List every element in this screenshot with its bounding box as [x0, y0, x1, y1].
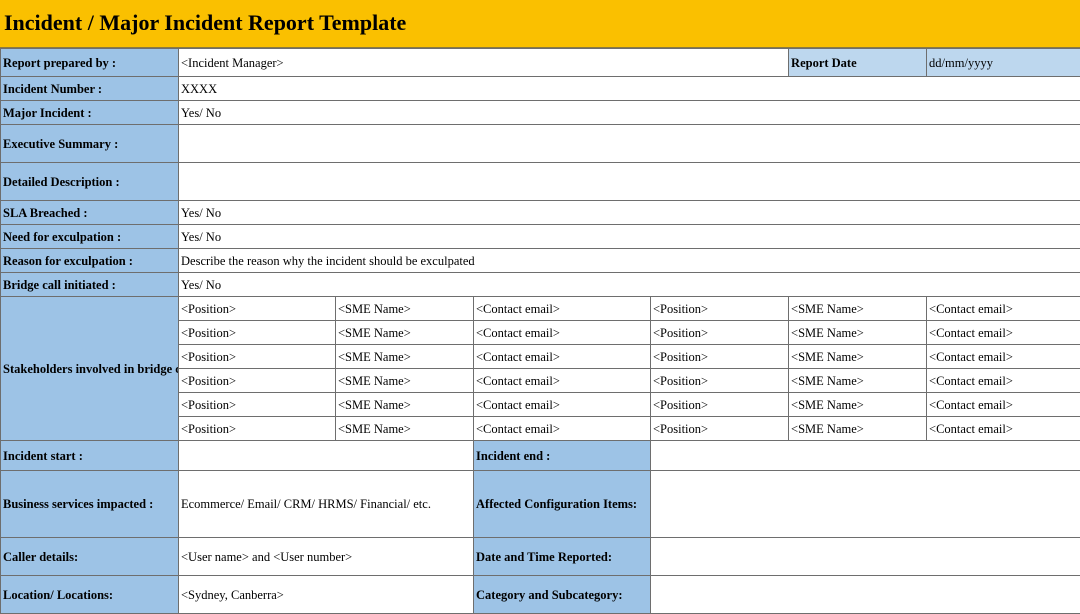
need-exculpation-label: Need for exculpation : [1, 225, 179, 249]
stakeholder-position-cell[interactable]: <Position> [651, 321, 789, 345]
stakeholders-label: Stakeholders involved in bridge call : [1, 297, 179, 441]
bridge-call-value[interactable]: Yes/ No [179, 273, 1080, 297]
incident-number-value[interactable]: XXXX [179, 77, 1080, 101]
stakeholder-contact-email-cell[interactable]: <Contact email> [927, 321, 1080, 345]
sla-breached-label: SLA Breached : [1, 201, 179, 225]
report-date-label: Report Date [789, 49, 927, 77]
stakeholder-sme-name-cell[interactable]: <SME Name> [336, 369, 474, 393]
category-subcategory-label: Category and Subcategory: [474, 576, 651, 614]
page-title: Incident / Major Incident Report Templat… [4, 10, 406, 36]
incident-end-label: Incident end : [474, 441, 651, 471]
stakeholder-sme-name-cell[interactable]: <SME Name> [336, 393, 474, 417]
detailed-description-value[interactable] [179, 163, 1080, 201]
prepared-by-value[interactable]: <Incident Manager> [179, 49, 789, 77]
stakeholder-position-cell[interactable]: <Position> [179, 345, 336, 369]
stakeholder-position-cell[interactable]: <Position> [179, 393, 336, 417]
stakeholder-sme-name-cell[interactable]: <SME Name> [789, 393, 927, 417]
stakeholder-contact-email-cell[interactable]: <Contact email> [927, 417, 1080, 441]
stakeholder-contact-email-cell[interactable]: <Contact email> [927, 297, 1080, 321]
business-services-value[interactable]: Ecommerce/ Email/ CRM/ HRMS/ Financial/ … [179, 471, 474, 538]
affected-config-items-value[interactable] [651, 471, 1080, 538]
stakeholder-contact-email-cell[interactable]: <Contact email> [474, 297, 651, 321]
stakeholder-position-cell[interactable]: <Position> [651, 417, 789, 441]
stakeholder-position-cell[interactable]: <Position> [179, 321, 336, 345]
title-bar: Incident / Major Incident Report Templat… [0, 0, 1080, 48]
date-time-reported-value[interactable] [651, 538, 1080, 576]
stakeholder-sme-name-cell[interactable]: <SME Name> [336, 297, 474, 321]
stakeholder-position-cell[interactable]: <Position> [651, 345, 789, 369]
stakeholder-sme-name-cell[interactable]: <SME Name> [336, 417, 474, 441]
incident-start-value[interactable] [179, 441, 474, 471]
stakeholder-contact-email-cell[interactable]: <Contact email> [474, 345, 651, 369]
caller-details-label: Caller details: [1, 538, 179, 576]
sla-breached-value[interactable]: Yes/ No [179, 201, 1080, 225]
stakeholder-sme-name-cell[interactable]: <SME Name> [789, 417, 927, 441]
caller-details-value[interactable]: <User name> and <User number> [179, 538, 474, 576]
location-value[interactable]: <Sydney, Canberra> [179, 576, 474, 614]
date-time-reported-label: Date and Time Reported: [474, 538, 651, 576]
bridge-call-label: Bridge call initiated : [1, 273, 179, 297]
stakeholder-contact-email-cell[interactable]: <Contact email> [474, 417, 651, 441]
stakeholder-contact-email-cell[interactable]: <Contact email> [474, 393, 651, 417]
stakeholder-position-cell[interactable]: <Position> [179, 297, 336, 321]
stakeholder-sme-name-cell[interactable]: <SME Name> [789, 369, 927, 393]
stakeholder-position-cell[interactable]: <Position> [651, 369, 789, 393]
stakeholder-sme-name-cell[interactable]: <SME Name> [789, 345, 927, 369]
location-label: Location/ Locations: [1, 576, 179, 614]
major-incident-value[interactable]: Yes/ No [179, 101, 1080, 125]
stakeholder-contact-email-cell[interactable]: <Contact email> [927, 393, 1080, 417]
report-date-value[interactable]: dd/mm/yyyy [927, 49, 1080, 77]
reason-exculpation-label: Reason for exculpation : [1, 249, 179, 273]
prepared-by-label: Report prepared by : [1, 49, 179, 77]
affected-config-items-label: Affected Configuration Items: [474, 471, 651, 538]
stakeholder-contact-email-cell[interactable]: <Contact email> [927, 369, 1080, 393]
major-incident-label: Major Incident : [1, 101, 179, 125]
business-services-label: Business services impacted : [1, 471, 179, 538]
stakeholder-sme-name-cell[interactable]: <SME Name> [789, 297, 927, 321]
stakeholder-contact-email-cell[interactable]: <Contact email> [474, 369, 651, 393]
report-table: Report prepared by : <Incident Manager> … [0, 48, 1080, 614]
incident-end-value[interactable] [651, 441, 1080, 471]
stakeholder-position-cell[interactable]: <Position> [179, 417, 336, 441]
stakeholder-contact-email-cell[interactable]: <Contact email> [927, 345, 1080, 369]
incident-start-label: Incident start : [1, 441, 179, 471]
reason-exculpation-value[interactable]: Describe the reason why the incident sho… [179, 249, 1080, 273]
executive-summary-label: Executive Summary : [1, 125, 179, 163]
stakeholder-position-cell[interactable]: <Position> [179, 369, 336, 393]
stakeholder-row: Stakeholders involved in bridge call :<P… [1, 297, 1080, 321]
incident-number-label: Incident Number : [1, 77, 179, 101]
stakeholder-position-cell[interactable]: <Position> [651, 393, 789, 417]
stakeholder-sme-name-cell[interactable]: <SME Name> [789, 321, 927, 345]
stakeholder-position-cell[interactable]: <Position> [651, 297, 789, 321]
stakeholder-contact-email-cell[interactable]: <Contact email> [474, 321, 651, 345]
stakeholder-sme-name-cell[interactable]: <SME Name> [336, 321, 474, 345]
executive-summary-value[interactable] [179, 125, 1080, 163]
detailed-description-label: Detailed Description : [1, 163, 179, 201]
stakeholder-sme-name-cell[interactable]: <SME Name> [336, 345, 474, 369]
category-subcategory-value[interactable] [651, 576, 1080, 614]
need-exculpation-value[interactable]: Yes/ No [179, 225, 1080, 249]
